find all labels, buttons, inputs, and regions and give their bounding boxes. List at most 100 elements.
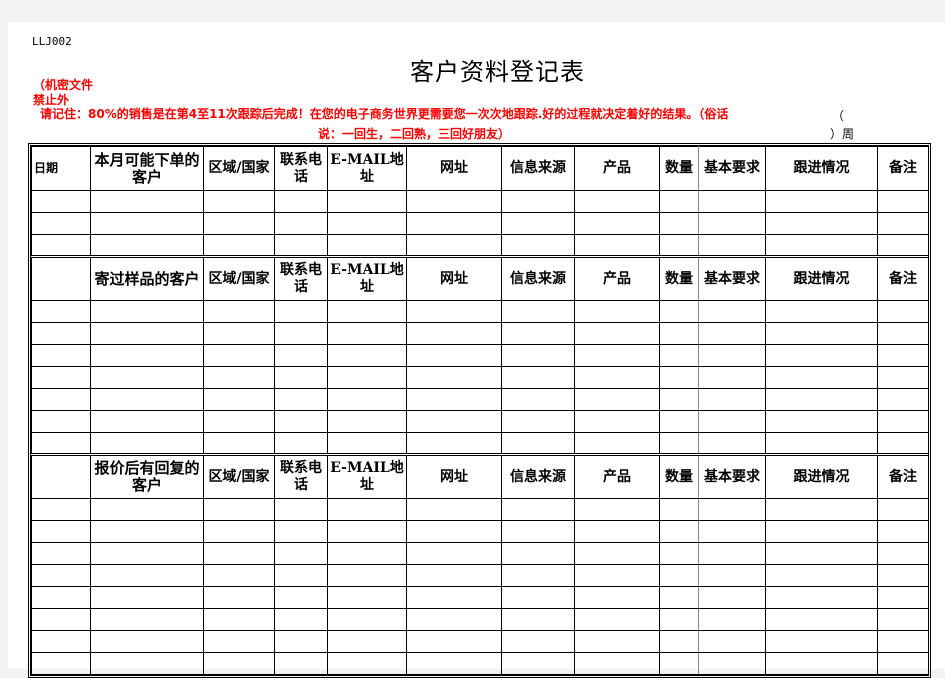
table-cell[interactable] (327, 212, 407, 235)
table-cell[interactable] (574, 498, 660, 521)
table-cell[interactable] (765, 366, 878, 389)
table-cell[interactable] (327, 388, 407, 411)
table-cell[interactable] (659, 366, 699, 389)
table-cell[interactable] (327, 190, 407, 213)
table-cell[interactable] (698, 234, 766, 257)
table-cell[interactable] (501, 410, 575, 433)
table-cell[interactable] (659, 498, 699, 521)
table-cell[interactable] (327, 410, 407, 433)
table-cell[interactable] (574, 366, 660, 389)
table-cell[interactable] (501, 652, 575, 675)
table-cell[interactable] (327, 652, 407, 675)
table-cell[interactable] (203, 564, 275, 587)
table-cell[interactable] (698, 212, 766, 235)
table-cell[interactable] (31, 212, 91, 235)
table-cell[interactable] (501, 630, 575, 653)
table-cell[interactable] (877, 190, 929, 213)
table-cell[interactable] (698, 322, 766, 345)
table-cell[interactable] (877, 630, 929, 653)
table-cell[interactable] (406, 520, 502, 543)
table-cell[interactable] (274, 498, 328, 521)
table-cell[interactable] (327, 608, 407, 631)
table-cell[interactable] (877, 564, 929, 587)
table-cell[interactable] (659, 410, 699, 433)
table-cell[interactable] (90, 652, 204, 675)
table-cell[interactable] (327, 344, 407, 367)
table-cell[interactable] (203, 212, 275, 235)
table-cell[interactable] (698, 190, 766, 213)
table-cell[interactable] (203, 586, 275, 609)
table-cell[interactable] (90, 586, 204, 609)
table-cell[interactable] (327, 520, 407, 543)
table-cell[interactable] (406, 190, 502, 213)
table-cell[interactable] (327, 234, 407, 257)
table-cell[interactable] (406, 388, 502, 411)
table-cell[interactable] (501, 366, 575, 389)
table-cell[interactable] (698, 542, 766, 565)
table-cell[interactable] (406, 498, 502, 521)
table-cell[interactable] (765, 608, 878, 631)
table-cell[interactable] (31, 586, 91, 609)
table-cell[interactable] (203, 542, 275, 565)
table-cell[interactable] (327, 432, 407, 455)
table-cell[interactable] (877, 322, 929, 345)
table-cell[interactable] (659, 520, 699, 543)
table-cell[interactable] (659, 388, 699, 411)
table-cell[interactable] (574, 652, 660, 675)
table-cell[interactable] (31, 388, 91, 411)
table-cell[interactable] (203, 520, 275, 543)
table-cell[interactable] (574, 300, 660, 323)
table-cell[interactable] (765, 344, 878, 367)
table-cell[interactable] (877, 388, 929, 411)
table-cell[interactable] (877, 366, 929, 389)
table-cell[interactable] (274, 630, 328, 653)
table-cell[interactable] (406, 652, 502, 675)
table-cell[interactable] (327, 586, 407, 609)
table-cell[interactable] (765, 520, 878, 543)
table-cell[interactable] (574, 432, 660, 455)
table-cell[interactable] (698, 388, 766, 411)
table-cell[interactable] (203, 652, 275, 675)
table-cell[interactable] (501, 586, 575, 609)
table-cell[interactable] (501, 190, 575, 213)
table-cell[interactable] (327, 542, 407, 565)
table-cell[interactable] (90, 542, 204, 565)
table-cell[interactable] (274, 410, 328, 433)
table-cell[interactable] (31, 564, 91, 587)
table-cell[interactable] (31, 542, 91, 565)
table-cell[interactable] (274, 564, 328, 587)
table-cell[interactable] (698, 344, 766, 367)
table-cell[interactable] (698, 300, 766, 323)
table-cell[interactable] (659, 608, 699, 631)
table-cell[interactable] (90, 322, 204, 345)
table-cell[interactable] (501, 388, 575, 411)
table-cell[interactable] (327, 498, 407, 521)
table-cell[interactable] (31, 652, 91, 675)
table-cell[interactable] (765, 586, 878, 609)
table-cell[interactable] (698, 608, 766, 631)
table-cell[interactable] (327, 630, 407, 653)
table-cell[interactable] (765, 630, 878, 653)
table-cell[interactable] (659, 344, 699, 367)
table-cell[interactable] (406, 344, 502, 367)
table-cell[interactable] (90, 366, 204, 389)
table-cell[interactable] (90, 608, 204, 631)
table-cell[interactable] (574, 564, 660, 587)
table-cell[interactable] (90, 190, 204, 213)
table-cell[interactable] (765, 234, 878, 257)
table-cell[interactable] (501, 344, 575, 367)
table-cell[interactable] (90, 520, 204, 543)
table-cell[interactable] (406, 212, 502, 235)
table-cell[interactable] (574, 234, 660, 257)
table-cell[interactable] (327, 300, 407, 323)
table-cell[interactable] (574, 586, 660, 609)
table-cell[interactable] (274, 366, 328, 389)
table-cell[interactable] (90, 212, 204, 235)
table-cell[interactable] (90, 564, 204, 587)
table-cell[interactable] (406, 608, 502, 631)
table-cell[interactable] (501, 498, 575, 521)
table-cell[interactable] (90, 388, 204, 411)
table-cell[interactable] (31, 190, 91, 213)
table-cell[interactable] (765, 652, 878, 675)
table-cell[interactable] (501, 234, 575, 257)
